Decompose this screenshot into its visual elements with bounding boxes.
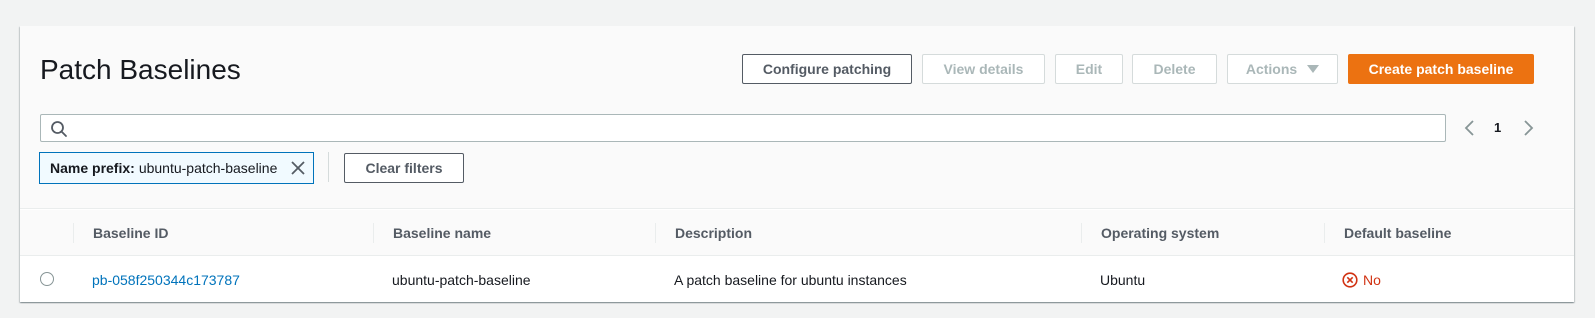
configure-patching-button[interactable]: Configure patching xyxy=(742,54,912,84)
actions-dropdown-button[interactable]: Actions xyxy=(1227,54,1338,84)
filter-divider xyxy=(328,152,329,182)
default-baseline-status: No xyxy=(1342,272,1381,288)
description-cell: A patch baseline for ubuntu instances xyxy=(674,271,907,288)
column-separator xyxy=(1324,223,1325,243)
clear-filters-button[interactable]: Clear filters xyxy=(344,153,464,183)
table-row[interactable]: pb-058f250344c173787 ubuntu-patch-baseli… xyxy=(20,257,1574,302)
search-input[interactable] xyxy=(75,115,1441,141)
column-header-description[interactable]: Description xyxy=(675,210,752,256)
row-select-radio[interactable] xyxy=(40,272,54,286)
column-separator xyxy=(1081,223,1082,243)
column-header-baseline-name[interactable]: Baseline name xyxy=(393,210,491,256)
x-circle-icon xyxy=(1342,271,1358,288)
operating-system-cell: Ubuntu xyxy=(1100,271,1146,288)
page-number[interactable]: 1 xyxy=(1494,120,1501,135)
create-patch-baseline-button[interactable]: Create patch baseline xyxy=(1348,54,1534,84)
pagination: 1 xyxy=(1460,114,1540,142)
column-header-baseline-id[interactable]: Baseline ID xyxy=(93,210,168,256)
chevron-left-icon[interactable] xyxy=(1460,118,1480,138)
table-header: Baseline ID Baseline name Description Op… xyxy=(20,210,1574,256)
column-separator xyxy=(655,223,656,243)
delete-button[interactable]: Delete xyxy=(1132,54,1217,84)
patch-baselines-panel: Patch Baselines Configure patching View … xyxy=(20,26,1574,302)
filter-token-label: Name prefix: xyxy=(50,160,135,176)
chevron-right-icon[interactable] xyxy=(1518,118,1538,138)
column-separator xyxy=(73,223,74,243)
caret-down-icon xyxy=(1307,65,1320,73)
default-baseline-label: No xyxy=(1363,271,1381,288)
close-icon[interactable] xyxy=(290,160,306,176)
column-header-default-baseline[interactable]: Default baseline xyxy=(1344,210,1451,256)
search-box xyxy=(40,114,1446,142)
column-separator xyxy=(373,223,374,243)
filter-token: Name prefix: ubuntu-patch-baseline xyxy=(39,152,314,184)
search-icon xyxy=(51,121,67,137)
actions-label: Actions xyxy=(1245,61,1298,77)
edit-button[interactable]: Edit xyxy=(1055,54,1123,84)
column-header-operating-system[interactable]: Operating system xyxy=(1101,210,1219,256)
baseline-name-cell: ubuntu-patch-baseline xyxy=(392,271,531,288)
view-details-button[interactable]: View details xyxy=(922,54,1045,84)
filter-token-value: ubuntu-patch-baseline xyxy=(138,160,278,176)
panel-header: Patch Baselines Configure patching View … xyxy=(20,26,1574,209)
baseline-id-link[interactable]: pb-058f250344c173787 xyxy=(92,272,240,288)
page-title: Patch Baselines xyxy=(40,54,241,85)
